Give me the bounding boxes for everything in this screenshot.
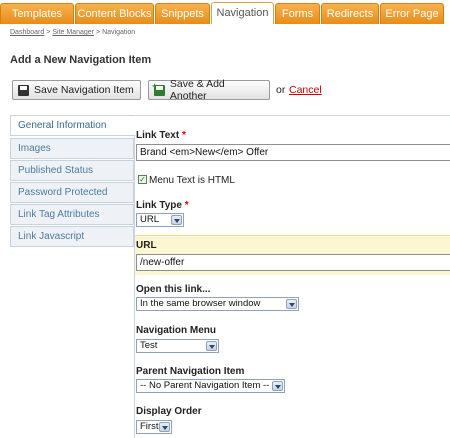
link-text-label: Link Text * — [136, 130, 186, 141]
chevron-down-icon — [286, 299, 297, 309]
breadcrumb-current: Navigation — [102, 29, 136, 36]
cancel-link[interactable]: Cancel — [289, 84, 322, 96]
or-text: or — [276, 84, 286, 96]
menu-text-html-checkbox[interactable]: ✓ — [138, 175, 147, 184]
link-type-label: Link Type * — [136, 200, 189, 211]
sidebar-item-images[interactable]: Images — [10, 138, 134, 159]
chevron-down-icon — [159, 422, 170, 432]
display-order-label: Display Order — [136, 406, 202, 417]
breadcrumb: Dashboard > Site Manager > Navigation — [10, 29, 135, 36]
tab-navigation[interactable]: Navigation — [211, 2, 274, 24]
required-mark: * — [181, 130, 186, 141]
url-label: URL — [136, 240, 157, 251]
navigation-menu-label: Navigation Menu — [136, 325, 217, 336]
save-navigation-item-button[interactable]: Save Navigation Item — [12, 80, 141, 100]
sidebar-item-link-javascript[interactable]: Link Javascript — [10, 226, 134, 247]
navigation-menu-select[interactable]: Test — [136, 339, 219, 353]
chevron-down-icon — [206, 341, 217, 351]
top-tab-bar: Templates Content Blocks Snippets Naviga… — [0, 0, 450, 24]
chevron-down-icon — [171, 215, 182, 225]
floppy-disk-icon — [18, 84, 29, 96]
tab-content-blocks[interactable]: Content Blocks — [75, 3, 154, 24]
tab-redirects[interactable]: Redirects — [321, 3, 379, 24]
breadcrumb-separator: > — [95, 29, 101, 36]
save-add-button-label: Save & Add Another — [169, 78, 225, 102]
sidebar-item-general-information[interactable]: General Information — [10, 115, 136, 136]
breadcrumb-site-manager-link[interactable]: Site Manager — [52, 29, 94, 36]
open-link-label: Open this link... — [136, 284, 211, 295]
tab-error-page[interactable]: Error Page — [380, 3, 444, 24]
sidebar-item-link-tag-attributes[interactable]: Link Tag Attributes — [10, 204, 134, 225]
sidebar-item-published-status[interactable]: Published Status — [10, 160, 134, 181]
save-button-label: Save Navigation Item — [34, 84, 134, 96]
open-link-select[interactable]: In the same browser window — [136, 297, 299, 311]
link-text-input[interactable]: Brand <em>New</em> Offer — [136, 144, 450, 161]
tab-templates[interactable]: Templates — [0, 3, 74, 24]
save-and-add-another-button[interactable]: + Save & Add Another — [148, 78, 270, 102]
page-title: Add a New Navigation Item — [10, 54, 152, 66]
display-order-select[interactable]: First — [136, 420, 172, 434]
parent-navigation-item-label: Parent Navigation Item — [136, 366, 245, 377]
breadcrumb-dashboard-link[interactable]: Dashboard — [10, 29, 44, 36]
parent-navigation-item-select[interactable]: -- No Parent Navigation Item -- — [136, 379, 285, 393]
required-mark: * — [184, 200, 189, 211]
link-type-select[interactable]: URL — [136, 213, 184, 227]
menu-text-html-label: Menu Text is HTML — [149, 175, 235, 186]
tab-snippets[interactable]: Snippets — [155, 3, 210, 24]
sidebar-item-password-protected[interactable]: Password Protected — [10, 182, 134, 203]
floppy-disk-add-icon: + — [152, 81, 165, 96]
url-input[interactable]: /new-offer — [136, 254, 450, 271]
chevron-down-icon — [272, 381, 283, 391]
breadcrumb-separator: > — [46, 29, 51, 36]
tab-forms[interactable]: Forms — [275, 3, 320, 24]
